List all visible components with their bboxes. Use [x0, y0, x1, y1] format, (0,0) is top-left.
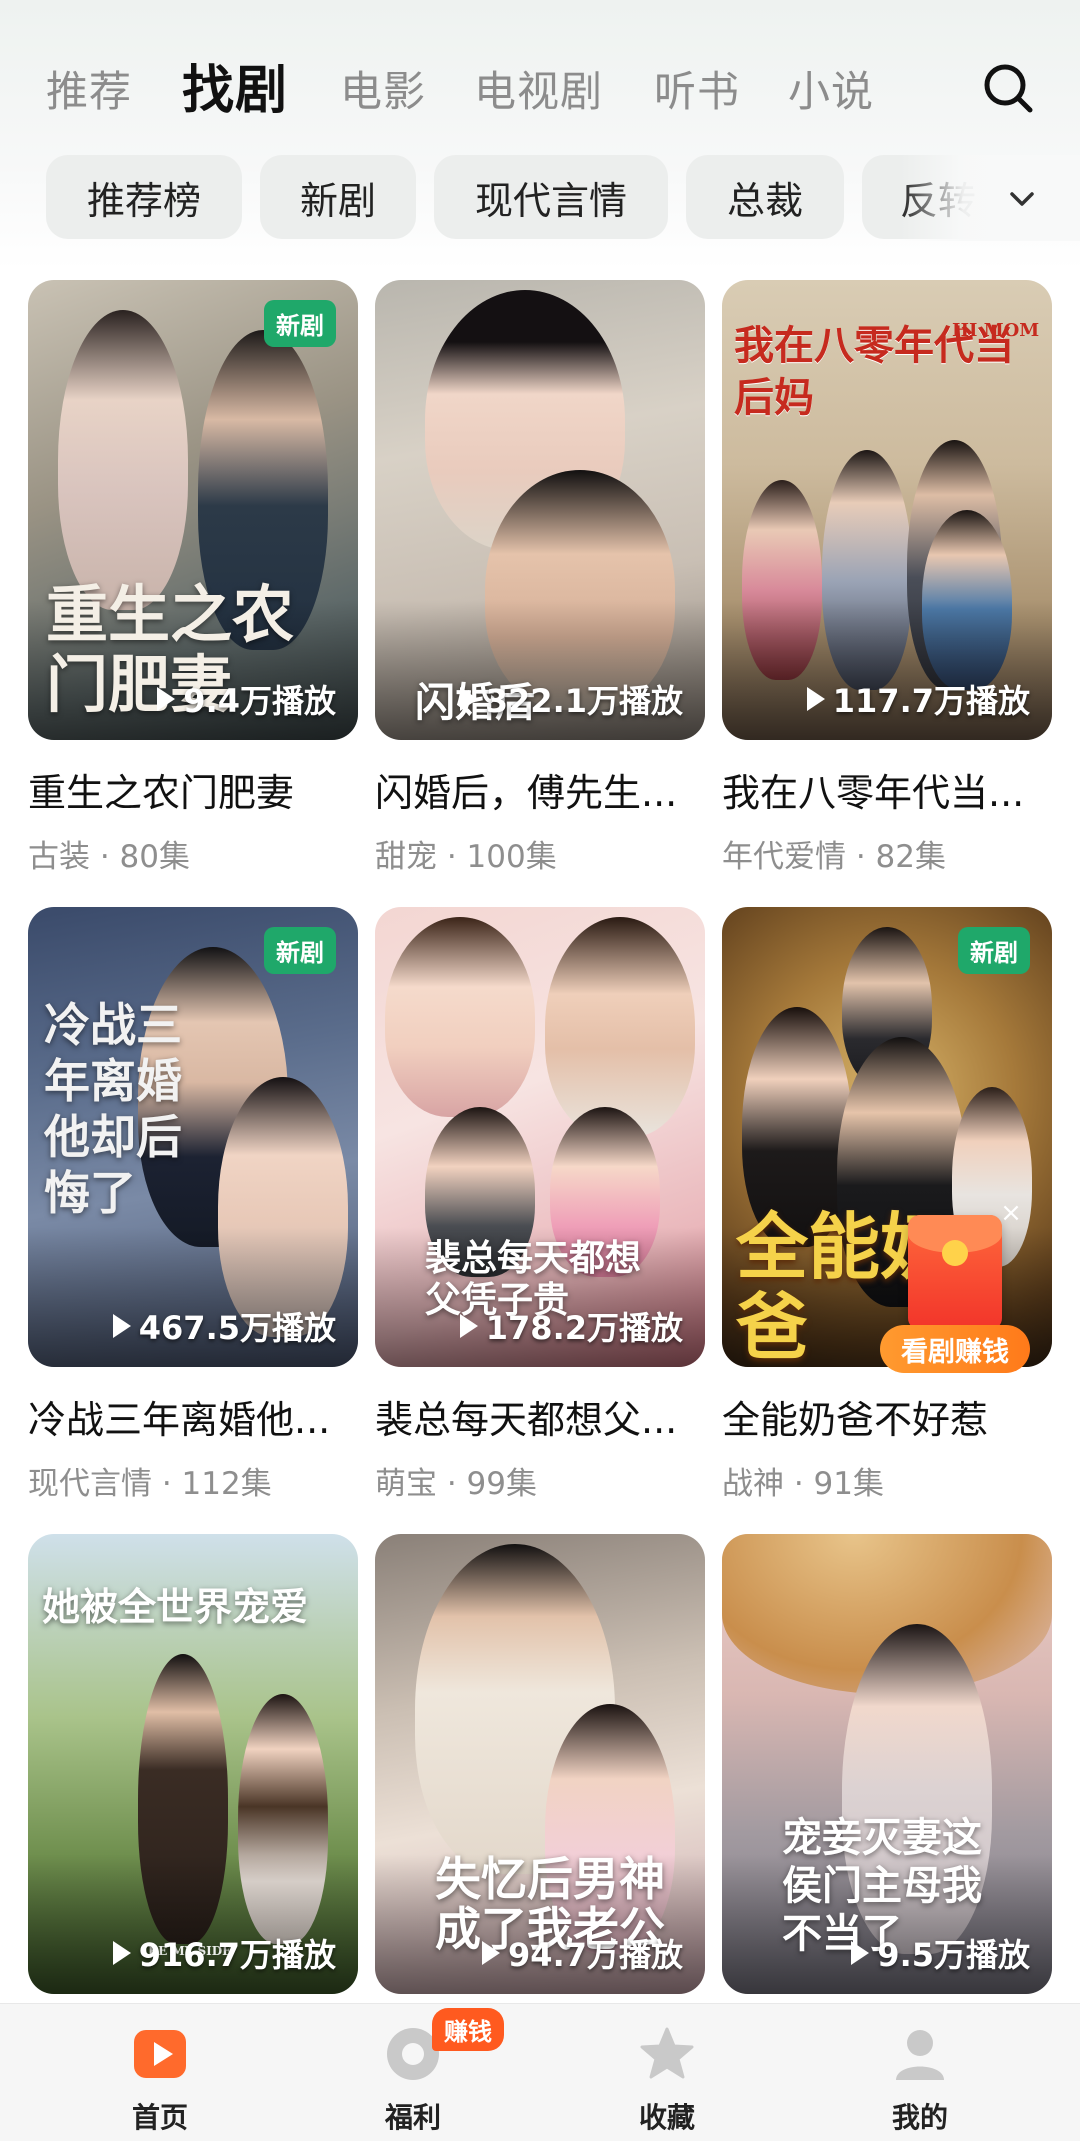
play-count: 94.7万播放	[482, 1930, 683, 1976]
star-icon	[639, 2026, 695, 2082]
tab-novels[interactable]: 小说	[788, 58, 874, 119]
drama-poster[interactable]: 失忆后男神成了我老公 94.7万播放	[375, 1534, 705, 1994]
coin-icon	[942, 1240, 968, 1266]
play-icon	[482, 1941, 501, 1965]
poster-figure	[385, 917, 535, 1117]
new-badge: 新剧	[264, 300, 336, 347]
drama-meta: 现代言情 · 112集	[28, 1466, 272, 1502]
play-icon	[459, 687, 478, 711]
drama-title[interactable]: 冷战三年离婚他...	[28, 1389, 358, 1444]
chip-ceo[interactable]: 总裁	[686, 155, 844, 239]
tab-audiobooks[interactable]: 听书	[654, 58, 740, 119]
drama-poster[interactable]: 冷战三年离婚他却后悔了 新剧 467.5万播放	[28, 907, 358, 1367]
drama-meta: 战神 · 91集	[722, 1466, 885, 1502]
tab-movies[interactable]: 电影	[340, 58, 426, 119]
nav-favorites-label: 收藏	[638, 2101, 695, 2134]
drama-poster[interactable]: 裴总每天都想父凭子贵 178.2万播放	[375, 907, 705, 1367]
play-count: 322.1万播放	[459, 676, 683, 722]
drama-meta: 年代爱情 · 82集	[722, 839, 947, 875]
play-count: 9.5万播放	[851, 1930, 1030, 1976]
earn-badge: 赚钱	[432, 2008, 504, 2051]
chip-modern-romance[interactable]: 现代言情	[434, 155, 668, 239]
drama-title[interactable]: 重生之农门肥妻	[28, 762, 358, 817]
poster-figure	[545, 917, 695, 1137]
search-icon[interactable]	[980, 60, 1036, 116]
poster-figure	[58, 310, 188, 610]
play-icon	[112, 1941, 131, 1965]
drama-title[interactable]: 全能奶爸不好惹	[722, 1389, 1052, 1444]
drama-card[interactable]: 重生之农门肥妻 新剧 9.4万播放 重生之农门肥妻 古装 · 80集	[28, 280, 358, 876]
poster-title-art: 冷战三年离婚他却后悔了	[44, 998, 182, 1220]
nav-welfare-label: 福利	[384, 2101, 441, 2134]
nav-favorites[interactable]: 收藏	[597, 2016, 737, 2136]
drama-card[interactable]: 冷战三年离婚他却后悔了 新剧 467.5万播放 冷战三年离婚他... 现代言情 …	[28, 907, 358, 1503]
chip-fade	[900, 155, 1080, 241]
poster-title-art: 她被全世界宠爱	[42, 1584, 309, 1629]
drama-card[interactable]: 裴总每天都想父凭子贵 178.2万播放 裴总每天都想父... 萌宝 · 99集	[375, 907, 705, 1503]
close-icon[interactable]: ×	[998, 1200, 1024, 1226]
nav-profile[interactable]: 我的	[850, 2016, 990, 2136]
new-badge: 新剧	[958, 927, 1030, 974]
poster-subtitle-art: HI MOM	[952, 320, 1040, 341]
tab-recommend[interactable]: 推荐	[46, 58, 132, 119]
play-icon	[112, 1314, 131, 1338]
play-count: 9.4万播放	[157, 676, 336, 722]
play-count: 467.5万播放	[112, 1303, 336, 1349]
drama-meta: 古装 · 80集	[28, 839, 191, 875]
play-icon	[459, 1314, 478, 1338]
red-packet-widget[interactable]: × 看剧赚钱	[880, 1200, 1030, 1375]
drama-poster[interactable]: 闪婚后 322.1万播放	[375, 280, 705, 740]
profile-icon	[892, 2026, 948, 2082]
drama-poster[interactable]: 她被全世界宠爱 BE MY SIDE 916.7万播放	[28, 1534, 358, 1994]
nav-home-label: 首页	[131, 2101, 188, 2134]
tab-find-drama[interactable]: 找剧	[182, 48, 288, 123]
play-count: 117.7万播放	[806, 676, 1030, 722]
watch-earn-button[interactable]: 看剧赚钱	[880, 1325, 1030, 1373]
drama-card[interactable]: 她被全世界宠爱 BE MY SIDE 916.7万播放	[28, 1534, 358, 1994]
play-count: 178.2万播放	[459, 1303, 683, 1349]
drama-poster[interactable]: 重生之农门肥妻 新剧 9.4万播放	[28, 280, 358, 740]
drama-poster[interactable]: 我在八零年代当后妈 HI MOM 117.7万播放	[722, 280, 1052, 740]
drama-card[interactable]: 宠妾灭妻这侯门主母我不当了 9.5万播放	[722, 1534, 1052, 1994]
drama-meta: 甜宠 · 100集	[375, 839, 557, 875]
play-icon	[157, 687, 176, 711]
drama-title[interactable]: 我在八零年代当...	[722, 762, 1052, 817]
drama-title[interactable]: 裴总每天都想父...	[375, 1389, 705, 1444]
chip-new-drama[interactable]: 新剧	[260, 155, 416, 239]
play-icon	[806, 687, 825, 711]
category-chip-bar: 推荐榜 新剧 现代言情 总裁 反转	[0, 155, 1080, 241]
play-count: 916.7万播放	[112, 1930, 336, 1976]
drama-card[interactable]: 失忆后男神成了我老公 94.7万播放	[375, 1534, 705, 1994]
tab-tv-series[interactable]: 电视剧	[474, 58, 603, 119]
new-badge: 新剧	[264, 927, 336, 974]
drama-title[interactable]: 闪婚后，傅先生...	[375, 762, 705, 817]
drama-meta: 萌宝 · 99集	[375, 1466, 538, 1502]
nav-home[interactable]: 首页	[90, 2016, 230, 2136]
drama-poster[interactable]: 宠妾灭妻这侯门主母我不当了 9.5万播放	[722, 1534, 1052, 1994]
chevron-down-icon[interactable]	[1000, 177, 1044, 221]
play-icon	[851, 1941, 870, 1965]
drama-card[interactable]: 我在八零年代当后妈 HI MOM 117.7万播放 我在八零年代当... 年代爱…	[722, 280, 1052, 876]
bottom-nav: 首页 福利 收藏 我的	[0, 2003, 1080, 2141]
drama-card[interactable]: 闪婚后 322.1万播放 闪婚后，傅先生... 甜宠 · 100集	[375, 280, 705, 876]
chip-ranking[interactable]: 推荐榜	[46, 155, 242, 239]
top-tab-bar: 推荐 找剧 电影 电视剧 听书 小说	[0, 40, 1080, 130]
nav-profile-label: 我的	[891, 2101, 948, 2134]
home-play-icon	[132, 2026, 188, 2082]
